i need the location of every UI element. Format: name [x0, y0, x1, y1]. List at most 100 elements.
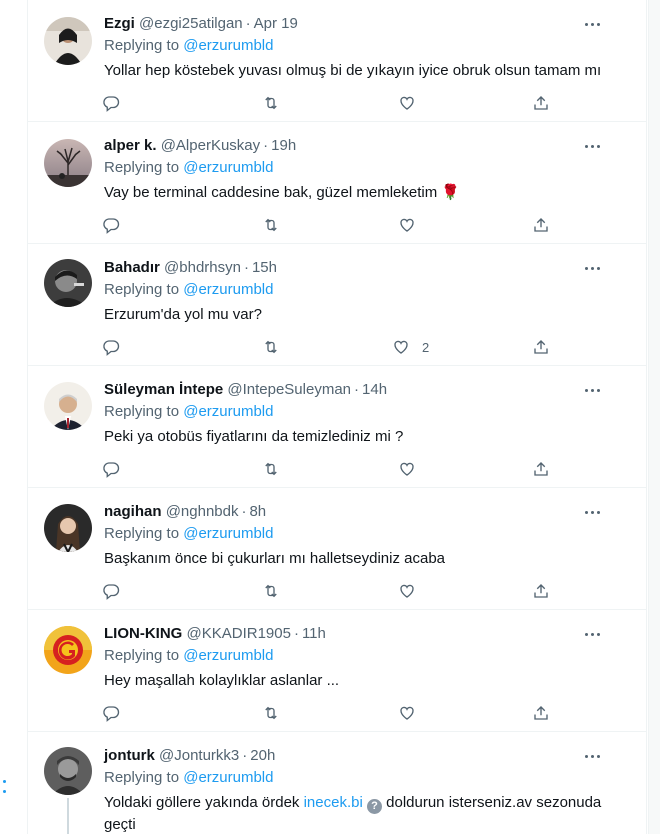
tweet[interactable]: jonturk @Jonturkk3 · 20h Replying to @erzu… [28, 732, 647, 834]
share-icon [532, 338, 550, 356]
display-name[interactable]: Ezgi [104, 15, 135, 32]
mention-link[interactable]: @erzurumbld [183, 281, 273, 298]
timestamp[interactable]: 15h [252, 259, 277, 276]
more-icon[interactable] [583, 746, 603, 766]
user-handle[interactable]: @AlperKuskay [161, 137, 260, 154]
user-handle[interactable]: @nghnbdk [166, 503, 239, 520]
avatar[interactable] [44, 504, 92, 552]
more-icon[interactable] [583, 14, 603, 34]
display-name[interactable]: Süleyman İntepe [104, 381, 223, 398]
avatar[interactable] [44, 17, 92, 65]
like-button[interactable] [398, 210, 428, 240]
user-handle[interactable]: @bhdrhsyn [164, 259, 241, 276]
inline-link[interactable]: inecek.bi [304, 794, 363, 811]
separator: · [245, 15, 251, 32]
tweet[interactable]: LION-KING @KKADIR1905 · 11h Replying to @e… [28, 610, 647, 732]
timestamp[interactable]: 14h [362, 381, 387, 398]
mention-link[interactable]: @erzurumbld [183, 525, 273, 542]
tweet[interactable]: Süleyman İntepe @IntepeSuleyman · 14h Repl… [28, 366, 647, 488]
more-icon[interactable] [583, 136, 603, 156]
user-handle[interactable]: @IntepeSuleyman [227, 381, 351, 398]
share-button[interactable] [532, 698, 550, 728]
display-name[interactable]: LION-KING [104, 625, 182, 642]
tweet-header: Bahadır @bhdrhsyn · 15h [104, 259, 277, 276]
reply-button[interactable] [102, 332, 120, 362]
more-icon[interactable] [583, 624, 603, 644]
timestamp[interactable]: 19h [271, 137, 296, 154]
tweet-header: LION-KING @KKADIR1905 · 11h [104, 625, 326, 642]
user-handle[interactable]: @Jonturkk3 [159, 747, 239, 764]
tweet[interactable]: Ezgi @ezgi25atilgan · Apr 19 Replying to @… [28, 0, 647, 122]
more-icon[interactable] [583, 502, 603, 522]
timestamp[interactable]: 8h [249, 503, 266, 520]
separator: · [242, 747, 248, 764]
retweet-button[interactable] [262, 332, 280, 362]
share-button[interactable] [532, 576, 550, 606]
replying-label: Replying to [104, 159, 180, 176]
avatar[interactable] [44, 626, 92, 674]
avatar[interactable] [44, 747, 92, 795]
reply-button[interactable] [102, 210, 120, 240]
avatar[interactable] [44, 259, 92, 307]
retweet-button[interactable] [262, 698, 280, 728]
retweet-icon [262, 94, 280, 112]
mention-link[interactable]: @erzurumbld [183, 769, 273, 786]
reply-icon [102, 338, 120, 356]
timestamp[interactable]: Apr 19 [254, 15, 298, 32]
more-icon[interactable] [583, 258, 603, 278]
question-badge-icon: ? [366, 799, 382, 814]
reply-button[interactable] [102, 88, 120, 118]
display-name[interactable]: nagihan [104, 503, 162, 520]
mention-link[interactable]: @erzurumbld [183, 647, 273, 664]
like-button[interactable]: 2 [392, 332, 429, 362]
display-name[interactable]: jonturk [104, 747, 155, 764]
scrollbar[interactable] [648, 0, 660, 834]
display-name[interactable]: alper k. [104, 137, 157, 154]
separator: · [243, 259, 249, 276]
more-icon[interactable] [583, 380, 603, 400]
like-button[interactable] [398, 88, 428, 118]
retweet-button[interactable] [262, 88, 280, 118]
tweet[interactable]: alper k. @AlperKuskay · 19h Replying to @e… [28, 122, 647, 244]
tweet[interactable]: Bahadır @bhdrhsyn · 15h Replying to @erzur… [28, 244, 647, 366]
reply-icon [102, 460, 120, 478]
action-bar [100, 210, 600, 240]
share-icon [532, 460, 550, 478]
avatar[interactable] [44, 139, 92, 187]
like-button[interactable] [398, 576, 428, 606]
replying-label: Replying to [104, 525, 180, 542]
like-button[interactable] [398, 698, 428, 728]
mention-link[interactable]: @erzurumbld [183, 403, 273, 420]
share-button[interactable] [532, 88, 550, 118]
avatar[interactable] [44, 382, 92, 430]
retweet-button[interactable] [262, 576, 280, 606]
mention-link[interactable]: @erzurumbld [183, 37, 273, 54]
mention-link[interactable]: @erzurumbld [183, 159, 273, 176]
replying-label: Replying to [104, 647, 180, 664]
separator: · [354, 381, 360, 398]
timestamp[interactable]: 20h [250, 747, 275, 764]
action-bar [100, 698, 600, 728]
reply-button[interactable] [102, 698, 120, 728]
action-bar: 2 [100, 332, 600, 362]
reply-button[interactable] [102, 576, 120, 606]
like-button[interactable] [398, 454, 428, 484]
share-button[interactable] [532, 332, 550, 362]
retweet-button[interactable] [262, 454, 280, 484]
like-icon [398, 216, 416, 234]
user-handle[interactable]: @KKADIR1905 [187, 625, 291, 642]
tweet-text: Yoldaki göllere yakında ördek inecek.bi … [104, 792, 624, 836]
user-handle[interactable]: @ezgi25atilgan [139, 15, 243, 32]
retweet-button[interactable] [262, 210, 280, 240]
text-segment: Yoldaki göllere yakında ördek [104, 794, 300, 811]
timestamp[interactable]: 11h [302, 625, 326, 642]
share-button[interactable] [532, 454, 550, 484]
share-icon [532, 216, 550, 234]
tweet[interactable]: nagihan @nghnbdk · 8h Replying to @erzurum… [28, 488, 647, 610]
share-button[interactable] [532, 210, 550, 240]
reply-icon [102, 216, 120, 234]
display-name[interactable]: Bahadır [104, 259, 160, 276]
reply-button[interactable] [102, 454, 120, 484]
indicator-dot [3, 790, 6, 793]
separator: · [263, 137, 269, 154]
